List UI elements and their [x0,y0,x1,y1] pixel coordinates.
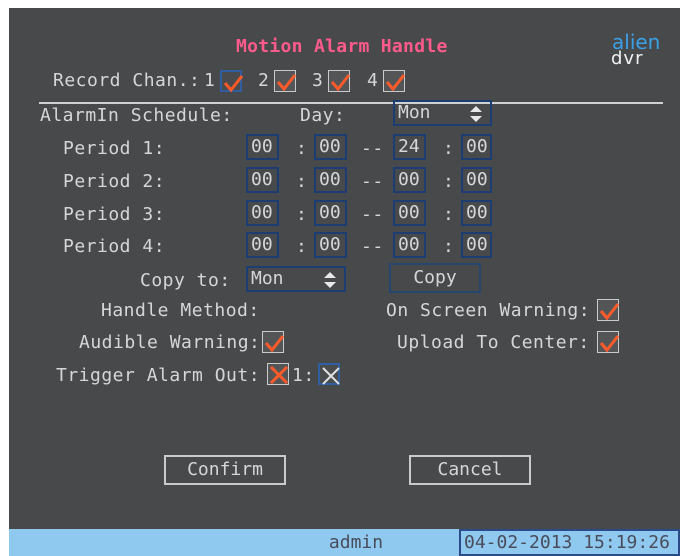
time-colon: : [443,236,455,257]
period-1-start-minute[interactable]: 00 [314,134,347,160]
period-2-end-hour[interactable]: 00 [393,167,426,193]
period-1-end-hour[interactable]: 24 [393,134,426,160]
day-select[interactable]: Mon [393,100,492,126]
chan-4-number: 4 [367,70,379,91]
time-colon: : [296,138,308,159]
chan-1-number: 1 [204,70,216,91]
copy-day-select[interactable]: Mon [246,266,346,292]
header-divider [39,102,663,104]
time-colon: : [296,236,308,257]
window-title: Motion Alarm Handle [236,36,448,57]
period-4-end-hour[interactable]: 00 [393,232,426,258]
cancel-button[interactable]: Cancel [409,455,531,485]
time-colon: : [296,171,308,192]
copy-button[interactable]: Copy [389,263,481,293]
check-icon [276,74,297,92]
period-1-start-hour[interactable]: 00 [246,134,279,160]
period-4-end-minute[interactable]: 00 [461,232,492,258]
chan-1-checkbox[interactable] [220,70,244,93]
alarm-out-1-checkbox[interactable] [318,363,340,385]
period-2-start-minute[interactable]: 00 [314,167,347,193]
copy-day-value: Mon [251,268,284,289]
period-3-label: Period 3: [63,204,166,225]
chan-3-checkbox[interactable] [328,70,351,92]
handle-method-label: Handle Method: [101,300,260,321]
day-select-value: Mon [398,102,431,123]
x-mark-icon [322,367,340,385]
chan-4-checkbox[interactable] [383,70,406,92]
dvr-window: Motion Alarm Handle alien dvr Record Cha… [9,8,680,556]
record-chan-label: Record Chan.: [53,70,201,91]
schedule-label: AlarmIn Schedule: [40,105,233,126]
period-4-label: Period 4: [63,236,166,257]
time-colon: : [443,171,455,192]
time-dash: -- [361,138,384,159]
check-icon [385,74,406,92]
logo-text-bottom: dvr [611,48,644,69]
period-2-end-minute[interactable]: 00 [461,167,492,193]
alarm-out-1-label: 1: [292,365,315,386]
check-icon [223,75,244,93]
period-4-start-hour[interactable]: 00 [246,232,279,258]
time-dash: -- [361,171,384,192]
status-user: admin [328,532,384,553]
period-3-end-hour[interactable]: 00 [393,200,426,226]
on-screen-warning-checkbox[interactable] [597,299,620,321]
check-icon [599,335,620,353]
time-dash: -- [361,204,384,225]
time-dash: -- [361,236,384,257]
period-2-label: Period 2: [63,171,166,192]
period-2-start-hour[interactable]: 00 [246,167,279,193]
status-bar: admin 04-02-2013 15:19:26 [9,529,680,556]
on-screen-warning-label: On Screen Warning: [386,300,591,321]
up-down-arrows-icon [324,272,336,288]
period-3-start-minute[interactable]: 00 [314,200,347,226]
chan-2-number: 2 [258,70,270,91]
check-icon [264,335,285,353]
audible-warning-checkbox[interactable] [262,331,285,353]
check-icon [599,303,620,321]
status-datetime: 04-02-2013 15:19:26 [459,529,680,556]
period-3-end-minute[interactable]: 00 [461,200,492,226]
day-label: Day: [300,105,346,126]
period-1-label: Period 1: [63,138,166,159]
chan-2-checkbox[interactable] [274,70,297,92]
period-1-end-minute[interactable]: 00 [461,134,492,160]
check-icon [330,74,351,92]
upload-to-center-checkbox[interactable] [597,331,620,353]
trigger-alarm-out-checkbox[interactable] [267,363,289,385]
x-mark-icon [269,365,289,385]
time-colon: : [296,204,308,225]
confirm-button[interactable]: Confirm [164,455,286,485]
upload-to-center-label: Upload To Center: [397,332,590,353]
chan-3-number: 3 [312,70,324,91]
up-down-arrows-icon [470,106,482,122]
period-4-start-minute[interactable]: 00 [314,232,347,258]
time-colon: : [443,204,455,225]
brand-logo: alien dvr [607,32,663,72]
trigger-alarm-out-label: Trigger Alarm Out: [56,365,261,386]
time-colon: : [443,138,455,159]
period-3-start-hour[interactable]: 00 [246,200,279,226]
copy-to-label: Copy to: [140,270,231,291]
audible-warning-label: Audible Warning: [79,332,261,353]
